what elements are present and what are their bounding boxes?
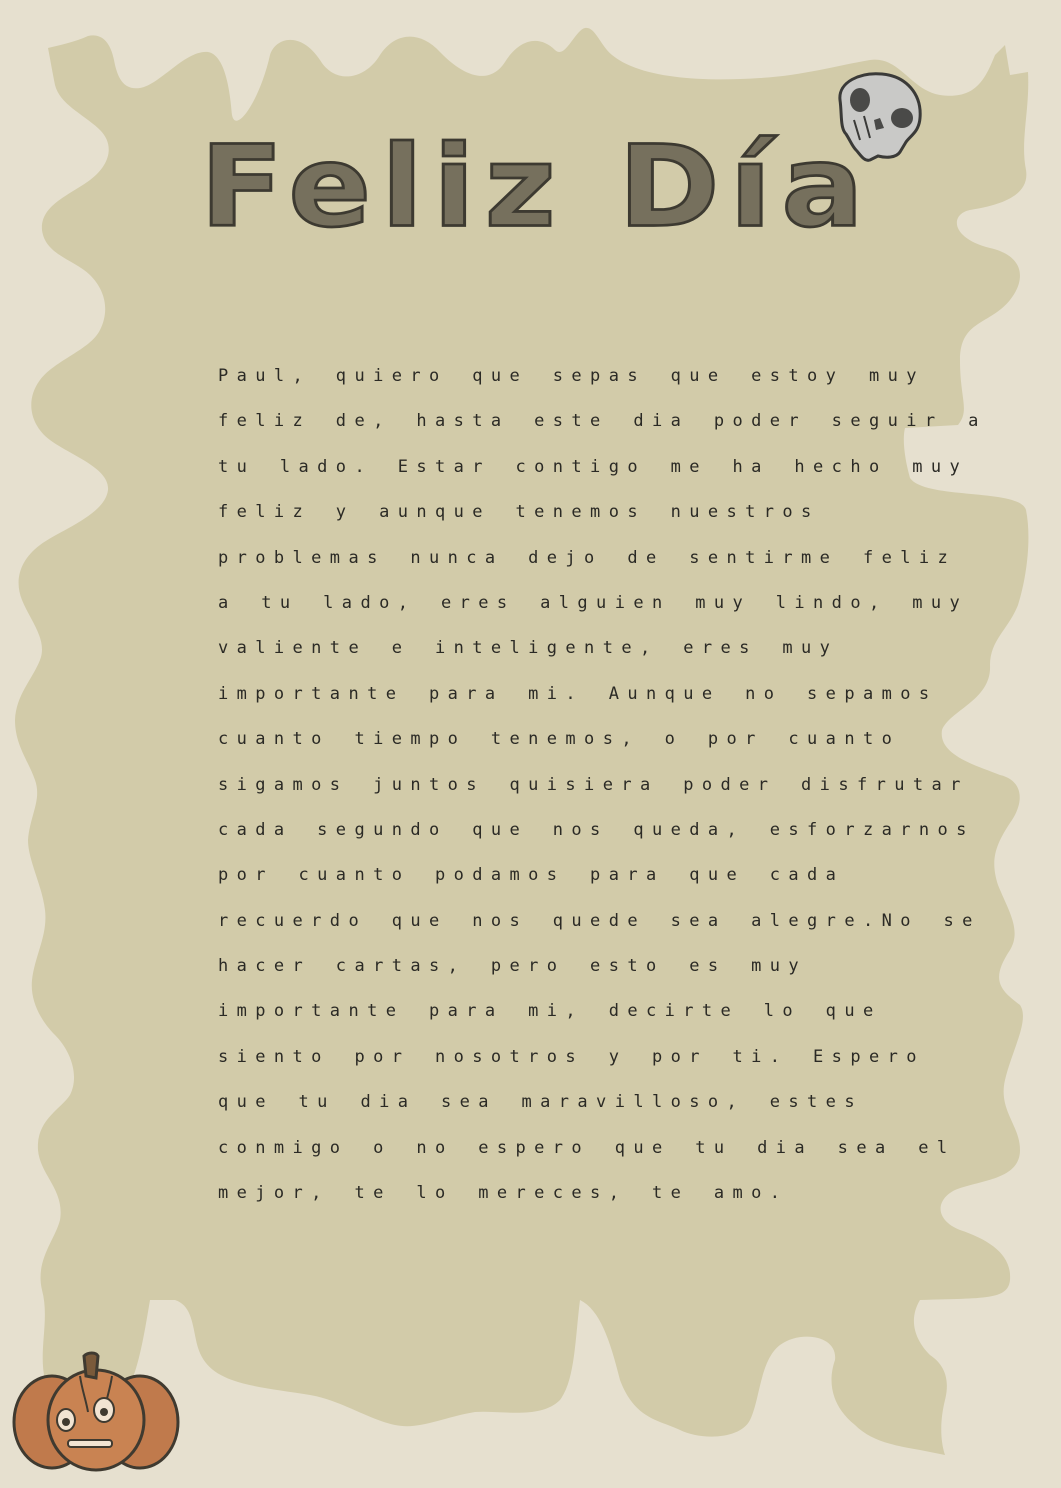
letter-line: valiente e inteligente, eres muy bbox=[218, 638, 839, 659]
letter-line: recuerdo que nos quede sea alegre.No se bbox=[218, 910, 981, 931]
letter-line: tu lado. Estar contigo me ha hecho muy bbox=[218, 456, 969, 477]
letter-line: a tu lado, eres alguien muy lindo, muy bbox=[218, 592, 969, 613]
letter-line: sigamos juntos quisiera poder disfrutar bbox=[218, 774, 969, 795]
letter-page: Feliz Día Paul, quiero que sepas que est… bbox=[0, 0, 1061, 1488]
letter-line: importante para mi, decirte lo que bbox=[218, 1001, 882, 1022]
letter-line: feliz y aunque tenemos nuestros bbox=[218, 502, 820, 523]
letter-line: cada segundo que nos queda, esforzarnos bbox=[218, 819, 975, 840]
letter-line: conmigo o no espero que tu dia sea el bbox=[218, 1137, 956, 1158]
letter-line: feliz de, hasta este dia poder seguir a bbox=[218, 411, 987, 432]
letter-line: Paul, quiero que sepas que estoy muy bbox=[218, 366, 925, 386]
letter-body: Paul, quiero que sepas que estoy muy fel… bbox=[218, 354, 987, 1216]
letter-line: que tu dia sea maravilloso, estes bbox=[218, 1092, 863, 1113]
greeting-title: Feliz Día bbox=[199, 120, 874, 253]
letter-line: importante para mi. Aunque no sepamos bbox=[218, 683, 938, 704]
letter-line: mejor, te lo mereces, te amo. bbox=[218, 1183, 789, 1204]
letter-line: hacer cartas, pero esto es muy bbox=[218, 956, 808, 977]
jack-o-lantern-icon bbox=[12, 1351, 180, 1472]
letter-line: problemas nunca dejo de sentirme feliz bbox=[218, 547, 957, 568]
skull-icon bbox=[838, 72, 922, 162]
letter-line: siento por nosotros y por ti. Espero bbox=[218, 1046, 925, 1067]
letter-line: por cuanto podamos para que cada bbox=[218, 865, 845, 886]
letter-line: cuanto tiempo tenemos, o por cuanto bbox=[218, 729, 901, 750]
